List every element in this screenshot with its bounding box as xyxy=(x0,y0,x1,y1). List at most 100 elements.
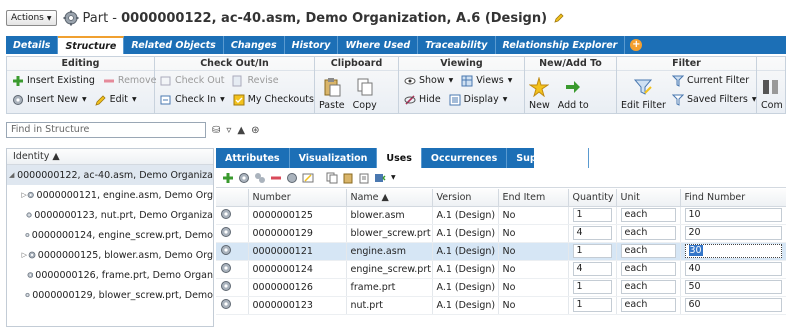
cell-unit-input[interactable]: each xyxy=(620,280,676,294)
cell-unit-input[interactable]: each xyxy=(620,208,676,222)
tab-changes[interactable]: Changes xyxy=(224,36,285,54)
tree-item[interactable]: 0000000129, blower_screw.prt, Demo xyxy=(7,285,213,305)
cell-quantity-input[interactable]: 1 xyxy=(572,280,612,294)
find-tools: ⛁ ▿ ▲ ⊛ xyxy=(212,122,260,138)
tab-details[interactable]: Details xyxy=(6,36,59,54)
table-row[interactable]: 0000000129 blower_screw.prt A.1 (Design) No… xyxy=(216,224,786,243)
tree-item[interactable]: 0000000124, engine_screw.prt, Demo xyxy=(7,225,213,245)
column-header-number[interactable]: Number xyxy=(248,189,347,207)
column-header-find-number[interactable]: Find Number xyxy=(680,189,786,207)
remove-icon[interactable] xyxy=(270,172,282,184)
tab-structure[interactable]: Structure xyxy=(58,36,125,54)
column-header-unit[interactable]: Unit xyxy=(616,189,681,207)
copy-button[interactable]: Copy xyxy=(349,71,381,113)
views-button[interactable]: Views ▼ xyxy=(461,75,518,87)
filter-funnel-icon[interactable]: ▿ xyxy=(226,125,231,136)
check-out-button[interactable]: Check Out xyxy=(160,75,230,87)
cell-find-number: 10 xyxy=(680,206,786,225)
tab-where-used[interactable]: Where Used xyxy=(338,36,419,54)
identity-column-header[interactable]: Identity ▲ xyxy=(7,149,213,165)
actions-menu-icon[interactable] xyxy=(374,172,386,184)
table-row[interactable]: 0000000124 engine_screw.prt A.1 (Design) No… xyxy=(216,260,786,279)
column-header-version[interactable]: Version xyxy=(432,189,499,207)
find-in-structure-input[interactable]: Find in Structure xyxy=(6,122,206,138)
tree-item[interactable]: 0000000123, nut.prt, Demo Organiza xyxy=(7,205,213,225)
replace-icon[interactable] xyxy=(254,172,266,184)
edit-filter-icon xyxy=(634,79,653,95)
revise-button[interactable]: Revise xyxy=(232,75,284,87)
check-in-button[interactable]: Check In ▼ xyxy=(160,94,231,106)
tree-root-item[interactable]: ◢ 0000000122, ac-40.asm, Demo Organiza xyxy=(7,165,213,185)
column-header-end-item[interactable]: End Item xyxy=(498,189,569,207)
table-row[interactable]: 0000000121 engine.asm A.1 (Design) No 1 each 3… xyxy=(216,242,786,261)
paste-icon[interactable] xyxy=(342,172,354,184)
tree-item[interactable]: ▷ 0000000125, blower.asm, Demo Org xyxy=(7,245,213,265)
insert-existing-icon[interactable] xyxy=(222,172,234,184)
tree-item[interactable]: 0000000126, frame.prt, Demo Organ xyxy=(7,265,213,285)
new-button[interactable]: New xyxy=(525,71,554,113)
tab-history[interactable]: History xyxy=(285,36,339,54)
cell-unit: each xyxy=(616,278,681,297)
tab-occurrences[interactable]: Occurrences xyxy=(422,148,508,168)
cell-find-number-input[interactable]: 40 xyxy=(684,262,782,276)
cell-find-number-input[interactable]: 50 xyxy=(684,280,782,294)
show-button[interactable]: Show ▼ xyxy=(404,75,459,87)
remove-button[interactable]: Remove xyxy=(103,75,163,87)
saved-filters-button[interactable]: Saved Filters ▼ xyxy=(671,94,762,106)
edit-filter-button[interactable]: Edit Filter xyxy=(617,71,670,113)
column-header-quantity[interactable]: Quantity xyxy=(568,189,617,207)
cell-unit-input[interactable]: each xyxy=(620,244,676,258)
cell-quantity-input[interactable]: 1 xyxy=(572,298,612,312)
edit-usage-icon[interactable] xyxy=(286,172,298,184)
part-gear-icon xyxy=(14,174,16,176)
edit-attributes-icon[interactable] xyxy=(302,172,314,184)
table-row[interactable]: 0000000126 frame.prt A.1 (Design) No 1 each 50 xyxy=(216,278,786,297)
edit-button[interactable]: Edit ▼ xyxy=(94,94,143,106)
find-options-icon[interactable]: ⛁ xyxy=(212,125,220,136)
table-row[interactable]: 0000000123 nut.prt A.1 (Design) No 1 each 60 xyxy=(216,296,786,315)
cell-find-number-input[interactable]: 10 xyxy=(684,208,782,222)
display-button[interactable]: Display ▼ xyxy=(449,94,514,106)
binoculars-icon[interactable]: ⊛ xyxy=(251,125,259,136)
saved-filter-icon xyxy=(671,94,684,106)
insert-new-icon[interactable] xyxy=(238,172,250,184)
cell-find-number-input[interactable]: 20 xyxy=(684,226,782,240)
tab-supersedes[interactable]: Supersedes xyxy=(507,148,589,168)
cell-quantity-input[interactable]: 4 xyxy=(572,262,612,276)
cell-quantity-value: 1 xyxy=(576,281,583,292)
column-header-name[interactable]: Name ▲ xyxy=(346,189,433,207)
insert-existing-button[interactable]: Insert Existing xyxy=(12,75,101,87)
cell-find-number-input[interactable]: 60 xyxy=(684,298,782,312)
cell-find-number-input[interactable]: 30 xyxy=(684,244,782,258)
insert-new-button[interactable]: Insert New ▼ xyxy=(12,94,93,106)
hide-button[interactable]: Hide xyxy=(404,94,447,106)
cell-unit-input[interactable]: each xyxy=(620,298,676,312)
tab-visualization[interactable]: Visualization xyxy=(290,148,378,168)
pencil-icon[interactable] xyxy=(553,12,565,24)
actions-menu-button[interactable]: Actions ▼ xyxy=(6,10,57,26)
paste-button[interactable]: Paste xyxy=(315,71,349,113)
tab-uses[interactable]: Uses xyxy=(377,148,422,168)
tab-traceability[interactable]: Traceability xyxy=(418,36,496,54)
add-to-button[interactable]: Add to xyxy=(554,71,593,113)
cell-unit-input[interactable]: each xyxy=(620,226,676,240)
expand-toggle-icon[interactable]: ▷ xyxy=(21,251,28,259)
paste-special-icon[interactable] xyxy=(358,172,370,184)
current-filter-button[interactable]: Current Filter xyxy=(671,75,755,87)
tab-relationship-explorer[interactable]: Relationship Explorer xyxy=(496,36,626,54)
add-tab-button[interactable]: + xyxy=(625,36,647,54)
cell-unit-input[interactable]: each xyxy=(620,262,676,276)
compare-button[interactable]: Com xyxy=(757,71,785,113)
cell-quantity-input[interactable]: 4 xyxy=(572,226,612,240)
tree-item[interactable]: ▷ 0000000121, engine.asm, Demo Org xyxy=(7,185,213,205)
my-checkouts-button[interactable]: My Checkouts xyxy=(233,94,320,106)
chevron-down-icon[interactable]: ▼ xyxy=(391,174,396,181)
table-row[interactable]: 0000000125 blower.asm A.1 (Design) No 1 each 1… xyxy=(216,206,786,225)
copy-icon[interactable] xyxy=(326,172,338,184)
sort-up-icon[interactable]: ▲ xyxy=(237,125,245,136)
viewing-group-title: Viewing xyxy=(399,57,524,71)
cell-quantity-input[interactable]: 1 xyxy=(572,244,612,258)
tab-attributes[interactable]: Attributes xyxy=(216,148,290,168)
cell-quantity-input[interactable]: 1 xyxy=(572,208,612,222)
tab-related-objects[interactable]: Related Objects xyxy=(124,36,224,54)
